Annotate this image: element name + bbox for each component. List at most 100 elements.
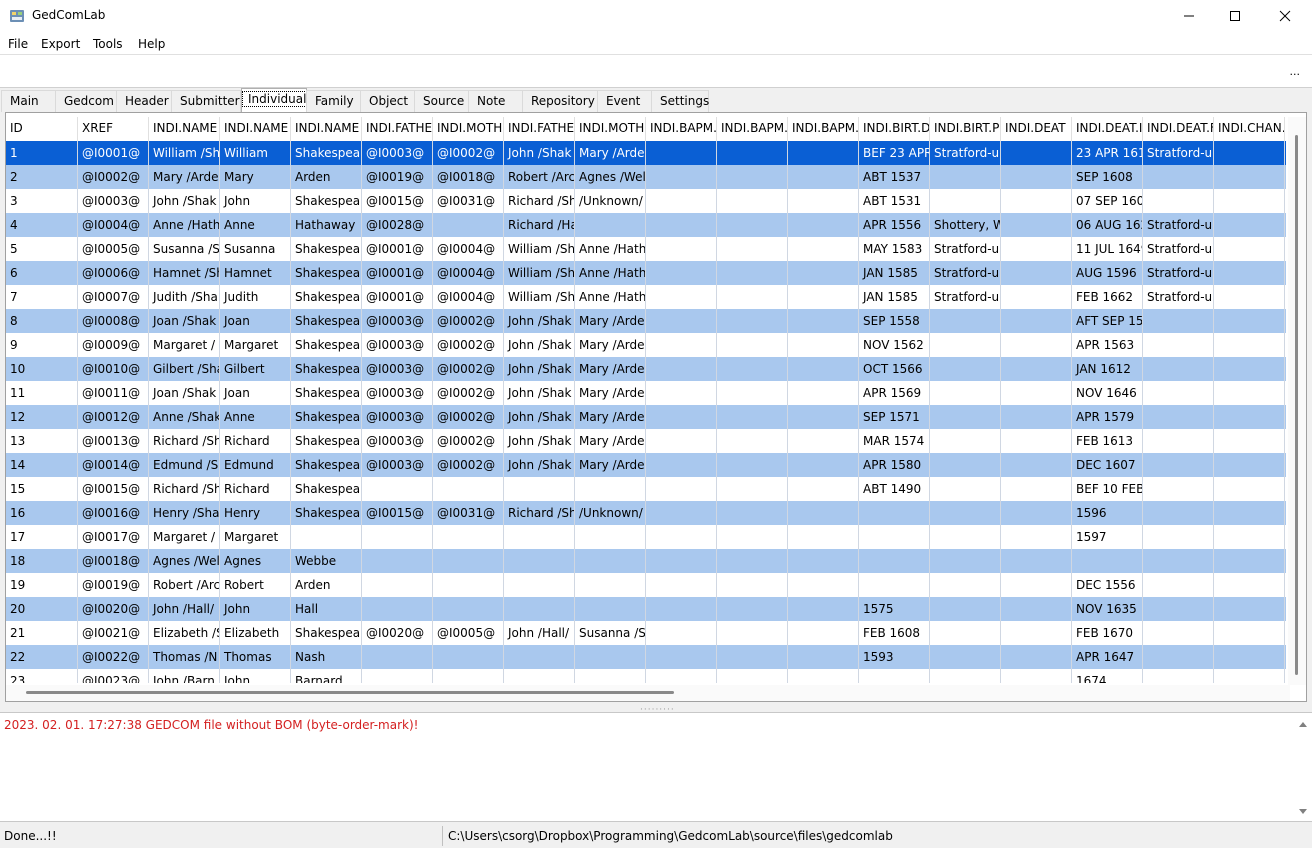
table-cell[interactable]: @I0011@ (78, 381, 149, 405)
table-cell[interactable]: Shakespear (291, 141, 362, 165)
table-cell[interactable]: @I0020@ (78, 597, 149, 621)
table-cell[interactable] (362, 597, 433, 621)
table-cell[interactable]: @I0003@ (362, 429, 433, 453)
table-cell[interactable] (575, 645, 646, 669)
table-cell[interactable] (1214, 501, 1285, 525)
table-cell[interactable] (859, 549, 930, 573)
table-cell[interactable] (646, 285, 717, 309)
table-cell[interactable]: Thomas (220, 645, 291, 669)
table-cell[interactable] (930, 381, 1001, 405)
table-cell[interactable]: @I0004@ (433, 285, 504, 309)
table-cell[interactable]: Mary /Arde (575, 453, 646, 477)
table-cell[interactable]: Margaret / (149, 333, 220, 357)
table-cell[interactable] (1001, 669, 1072, 683)
table-cell[interactable] (1001, 597, 1072, 621)
table-row[interactable]: 14 @I0014@ Edmund /S Edmund Shakespear @I0003… (6, 453, 1286, 477)
column-header[interactable]: ID (6, 117, 78, 141)
table-cell[interactable] (646, 261, 717, 285)
table-cell[interactable] (788, 141, 859, 165)
table-cell[interactable] (930, 477, 1001, 501)
table-cell[interactable]: Judith /Sha (149, 285, 220, 309)
table-cell[interactable]: Agnes /Wel (149, 549, 220, 573)
table-cell[interactable] (1143, 645, 1214, 669)
table-cell[interactable]: @I0003@ (78, 189, 149, 213)
table-cell[interactable]: AUG 1596 (1072, 261, 1143, 285)
table-cell[interactable] (717, 165, 788, 189)
table-cell[interactable]: Richard /Sh (504, 501, 575, 525)
table-cell[interactable] (788, 357, 859, 381)
table-cell[interactable] (1214, 549, 1285, 573)
column-header[interactable]: XREF (78, 117, 149, 141)
table-cell[interactable] (788, 477, 859, 501)
table-cell[interactable]: 1597 (1072, 525, 1143, 549)
table-cell[interactable]: @I0006@ (78, 261, 149, 285)
table-cell[interactable]: John (220, 669, 291, 683)
table-cell[interactable]: John /Hall/ (149, 597, 220, 621)
table-cell[interactable] (1214, 477, 1285, 501)
table-cell[interactable] (433, 549, 504, 573)
table-cell[interactable]: @I0007@ (78, 285, 149, 309)
scroll-up-icon[interactable] (1294, 717, 1312, 731)
table-cell[interactable]: Edmund (220, 453, 291, 477)
table-cell[interactable] (717, 357, 788, 381)
table-cell[interactable] (1001, 237, 1072, 261)
table-cell[interactable]: Judith (220, 285, 291, 309)
minimize-button[interactable] (1166, 0, 1212, 32)
menu-file[interactable]: File (8, 37, 28, 51)
table-cell[interactable] (788, 549, 859, 573)
table-cell[interactable]: @I0021@ (78, 621, 149, 645)
table-cell[interactable] (1001, 189, 1072, 213)
table-cell[interactable]: John /Shak (504, 429, 575, 453)
table-cell[interactable] (1001, 141, 1072, 165)
table-cell[interactable] (717, 333, 788, 357)
table-cell[interactable] (646, 237, 717, 261)
table-cell[interactable]: John (220, 597, 291, 621)
table-cell[interactable]: @I0015@ (362, 501, 433, 525)
scrollbar-thumb[interactable] (26, 691, 674, 694)
table-cell[interactable]: NOV 1646 (1072, 381, 1143, 405)
table-cell[interactable]: Anne /Hath (575, 285, 646, 309)
table-cell[interactable] (1143, 669, 1214, 683)
log-scrollbar[interactable] (1294, 713, 1312, 821)
table-cell[interactable]: @I0017@ (78, 525, 149, 549)
column-header[interactable]: INDI.MOTH (433, 117, 504, 141)
table-cell[interactable]: 22 (6, 645, 78, 669)
table-cell[interactable]: @I0009@ (78, 333, 149, 357)
table-cell[interactable]: Richard (220, 429, 291, 453)
table-cell[interactable]: @I0016@ (78, 501, 149, 525)
table-cell[interactable]: @I0022@ (78, 645, 149, 669)
table-cell[interactable]: 1593 (859, 645, 930, 669)
table-row[interactable]: 6 @I0006@ Hamnet /Sh Hamnet Shakespear @I0001… (6, 261, 1286, 285)
table-cell[interactable]: Arden (291, 573, 362, 597)
table-cell[interactable]: Shakespear (291, 237, 362, 261)
table-cell[interactable]: John /Shak (504, 405, 575, 429)
table-cell[interactable] (646, 453, 717, 477)
table-cell[interactable] (1214, 189, 1285, 213)
column-header[interactable]: INDI.BAPM. (717, 117, 788, 141)
table-cell[interactable] (362, 645, 433, 669)
table-row[interactable]: 1 @I0001@ William /Sh William Shakespear @I00… (6, 141, 1286, 165)
column-header[interactable]: INDI.DEAT.F (1143, 117, 1214, 141)
table-cell[interactable]: Richard /Sh (149, 429, 220, 453)
table-cell[interactable] (646, 429, 717, 453)
table-cell[interactable]: 14 (6, 453, 78, 477)
table-cell[interactable] (788, 453, 859, 477)
table-cell[interactable]: John /Hall/ (504, 621, 575, 645)
table-cell[interactable] (859, 525, 930, 549)
table-cell[interactable] (930, 573, 1001, 597)
table-cell[interactable] (575, 525, 646, 549)
table-cell[interactable]: 10 (6, 357, 78, 381)
table-cell[interactable] (1214, 333, 1285, 357)
column-header[interactable]: INDI.DEAT (1001, 117, 1072, 141)
table-cell[interactable]: ABT 1537 (859, 165, 930, 189)
table-cell[interactable]: @I0002@ (433, 405, 504, 429)
table-cell[interactable]: ABT 1490 (859, 477, 930, 501)
table-cell[interactable] (1001, 213, 1072, 237)
table-cell[interactable] (575, 477, 646, 501)
table-cell[interactable] (859, 573, 930, 597)
table-cell[interactable] (575, 597, 646, 621)
tab-submitter[interactable]: Submitter (171, 90, 241, 112)
table-cell[interactable]: John /Barn (149, 669, 220, 683)
table-cell[interactable] (717, 285, 788, 309)
table-cell[interactable]: ABT 1531 (859, 189, 930, 213)
